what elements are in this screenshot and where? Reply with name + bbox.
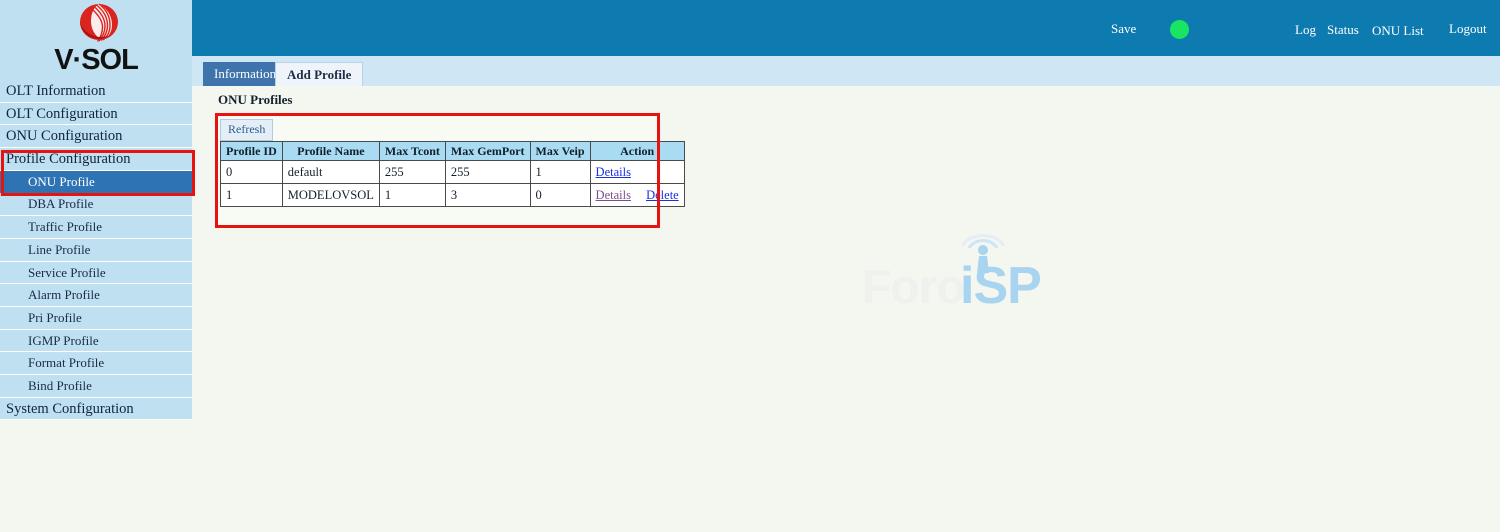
- tab-add-profile[interactable]: Add Profile: [275, 62, 364, 86]
- logout-link[interactable]: Logout: [1449, 21, 1487, 37]
- vsol-swirl-logo-icon: [80, 3, 118, 42]
- cell-max-gemport: 255: [444, 160, 531, 184]
- sidebar-item-olt-information[interactable]: OLT Information: [0, 80, 192, 103]
- tab-strip: Information Add Profile: [192, 56, 1500, 86]
- table-header-row: Profile ID Profile Name Max Tcont Max Ge…: [220, 141, 685, 161]
- antenna-tower-icon: [960, 234, 1006, 273]
- cell-max-tcont: 1: [378, 183, 446, 207]
- column-header-max-veip: Max Veip: [529, 141, 591, 161]
- column-header-max-gemport: Max GemPort: [444, 141, 531, 161]
- cell-max-veip: 1: [529, 160, 591, 184]
- sidebar-item-olt-configuration[interactable]: OLT Configuration: [0, 102, 192, 126]
- table-body: 0 default 255 255 1 Details 1 MODELOVSOL…: [220, 160, 685, 207]
- sidebar-item-profile-configuration[interactable]: Profile Configuration: [0, 148, 192, 171]
- details-link[interactable]: Details: [596, 165, 631, 179]
- sidebar-item-onu-profile[interactable]: ONU Profile: [0, 170, 192, 194]
- cell-profile-id: 0: [220, 160, 283, 184]
- refresh-button[interactable]: Refresh: [220, 119, 274, 141]
- olt-web-management-page: V·SOL OLT Information OLT Configuration …: [0, 0, 1500, 532]
- watermark-text-primary: Foro: [862, 261, 966, 314]
- green-status-dot-icon: [1170, 20, 1189, 39]
- status-link[interactable]: Status: [1327, 22, 1359, 38]
- sidebar-item-pri-profile[interactable]: Pri Profile: [0, 306, 192, 330]
- cell-profile-name: MODELOVSOL: [281, 183, 380, 207]
- cell-profile-name: default: [281, 160, 380, 184]
- table-row: 0 default 255 255 1 Details: [220, 160, 685, 184]
- onu-profiles-panel: Refresh Profile ID Profile Name Max Tcon…: [218, 116, 685, 225]
- sidebar-item-bind-profile[interactable]: Bind Profile: [0, 374, 192, 398]
- sidebar-item-line-profile[interactable]: Line Profile: [0, 238, 192, 262]
- onu-profiles-table: Profile ID Profile Name Max Tcont Max Ge…: [220, 141, 685, 207]
- table-header: Profile ID Profile Name Max Tcont Max Ge…: [220, 141, 685, 161]
- details-link[interactable]: Details: [596, 188, 631, 202]
- column-header-max-tcont: Max Tcont: [378, 141, 446, 161]
- sidebar-item-alarm-profile[interactable]: Alarm Profile: [0, 284, 192, 307]
- brand-logo-area: V·SOL: [0, 0, 192, 80]
- sidebar-item-dba-profile[interactable]: DBA Profile: [0, 193, 192, 217]
- column-header-profile-id: Profile ID: [220, 141, 283, 161]
- main-content: ONU Profiles Refresh Profile ID Profile …: [192, 86, 1500, 532]
- sidebar-item-service-profile[interactable]: Service Profile: [0, 261, 192, 285]
- cell-max-gemport: 3: [444, 183, 531, 207]
- sidebar-item-onu-configuration[interactable]: ONU Configuration: [0, 125, 192, 149]
- column-header-profile-name: Profile Name: [281, 141, 380, 161]
- delete-link[interactable]: Delete: [646, 188, 679, 202]
- onu-list-link[interactable]: ONU List: [1372, 23, 1424, 39]
- sidebar-item-traffic-profile[interactable]: Traffic Profile: [0, 216, 192, 239]
- cell-max-tcont: 255: [378, 160, 446, 184]
- page-title: ONU Profiles: [218, 92, 293, 107]
- sidebar: V·SOL OLT Information OLT Configuration …: [0, 0, 192, 421]
- sidebar-item-igmp-profile[interactable]: IGMP Profile: [0, 329, 192, 353]
- table-row: 1 MODELOVSOL 1 3 0 Details Delete: [220, 183, 685, 207]
- log-link[interactable]: Log: [1295, 22, 1316, 38]
- save-button[interactable]: Save: [1111, 21, 1136, 37]
- sidebar-item-system-configuration[interactable]: System Configuration: [0, 397, 192, 421]
- sidebar-item-format-profile[interactable]: Format Profile: [0, 352, 192, 375]
- brand-wordmark: V·SOL: [54, 44, 139, 76]
- sidebar-nav: OLT Information OLT Configuration ONU Co…: [0, 80, 192, 421]
- column-header-action: Action: [589, 141, 685, 161]
- watermark-text-secondary: iSP: [960, 257, 1042, 315]
- cell-action: Details Delete: [589, 183, 685, 207]
- top-header-bar: Save Log Status ONU List Logout: [192, 0, 1500, 56]
- cell-profile-id: 1: [220, 183, 283, 207]
- foroisp-watermark: Foro iSP: [862, 226, 1062, 316]
- cell-action: Details: [589, 160, 685, 184]
- cell-max-veip: 0: [529, 183, 591, 207]
